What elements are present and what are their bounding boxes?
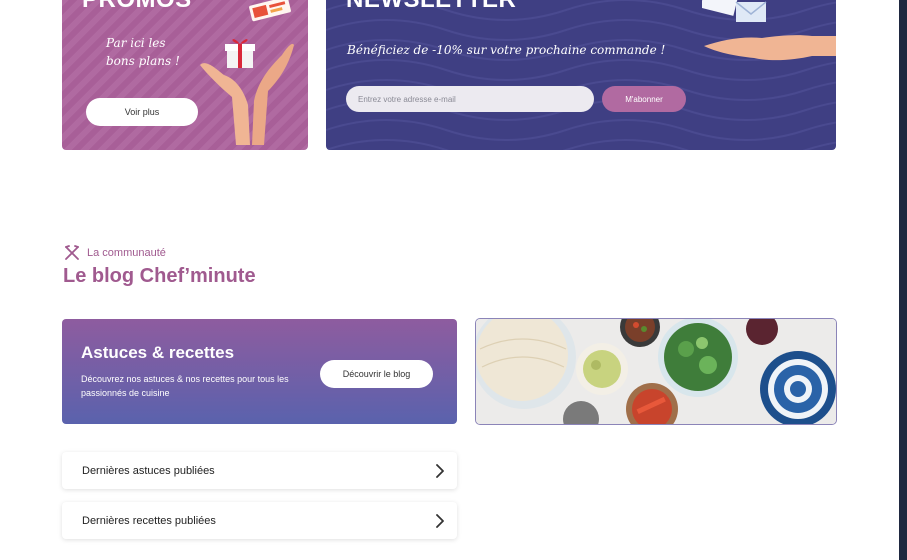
hand-with-envelopes-illustration: [702, 0, 836, 61]
newsletter-subtitle: Bénéficiez de -10% sur votre prochaine c…: [347, 43, 666, 57]
latest-recipes-row[interactable]: Dernières recettes publiées: [62, 502, 457, 539]
promo-title: PROMOS: [82, 0, 192, 14]
latest-recipes-label: Dernières recettes publiées: [82, 514, 216, 527]
food-table-photo: [476, 319, 836, 424]
newsletter-email-input[interactable]: [346, 86, 594, 112]
latest-tips-row[interactable]: Dernières astuces publiées: [62, 452, 457, 489]
tips-recipes-description: Découvrez nos astuces & nos recettes pou…: [81, 374, 289, 398]
newsletter-subscribe-button[interactable]: M'abonner: [602, 86, 686, 112]
community-eyebrow-label: La communauté: [87, 247, 166, 259]
discover-blog-button[interactable]: Découvrir le blog: [320, 360, 433, 388]
fork-knife-icon: [65, 245, 79, 260]
chevron-right-icon: [435, 513, 445, 528]
community-eyebrow: La communauté: [64, 245, 166, 261]
promo-subtitle-line1: Par ici les: [106, 36, 166, 50]
promo-subtitle-line2: bons plans !: [106, 54, 180, 68]
promo-card[interactable]: PROMOS Par ici les bons plans ! Voir plu…: [62, 0, 308, 150]
newsletter-card: NEWSLETTER Bénéficiez de -10% sur votre …: [326, 0, 836, 150]
coupon-ticket-icon: [249, 0, 291, 22]
promo-subtitle: Par ici les bons plans !: [106, 34, 196, 70]
newsletter-title: NEWSLETTER: [346, 0, 516, 14]
promo-see-more-button[interactable]: Voir plus: [86, 98, 198, 126]
window-right-edge: [899, 0, 907, 560]
tips-recipes-banner: Astuces & recettes Découvrez nos astuces…: [62, 319, 457, 424]
blog-section-title: Le blog Chef’minute: [63, 265, 256, 287]
food-photo-illustration: [476, 319, 836, 424]
latest-tips-label: Dernières astuces publiées: [82, 464, 215, 477]
tips-recipes-title: Astuces & recettes: [81, 343, 235, 362]
raised-hands-illustration: [200, 43, 294, 145]
chevron-right-icon: [435, 463, 445, 478]
